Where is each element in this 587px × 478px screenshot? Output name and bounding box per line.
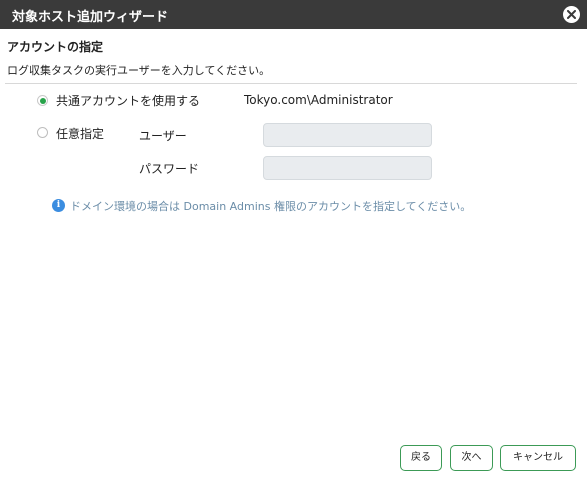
password-label: パスワード (139, 162, 200, 176)
shared-account-radio[interactable] (37, 95, 48, 106)
cancel-button[interactable]: キャンセル (500, 445, 576, 471)
dialog-title: 対象ホスト追加ウィザード (12, 10, 169, 25)
divider (5, 83, 577, 84)
section-title: アカウントの指定 (7, 40, 104, 54)
info-icon: i (52, 199, 65, 212)
user-label: ユーザー (139, 129, 187, 143)
shared-account-value: Tokyo.com\Administrator (244, 93, 393, 107)
next-button[interactable]: 次へ (450, 445, 493, 471)
shared-account-label[interactable]: 共通アカウントを使用する (56, 92, 200, 109)
close-icon[interactable] (563, 6, 580, 23)
custom-account-label[interactable]: 任意指定 (56, 125, 104, 142)
dialog-titlebar: 対象ホスト追加ウィザード (0, 0, 587, 29)
section-description: ログ収集タスクの実行ユーザーを入力してください。 (7, 64, 271, 77)
domain-note: ドメイン環境の場合は Domain Admins 権限のアカウントを指定してくだ… (70, 200, 472, 213)
user-input[interactable] (263, 123, 432, 147)
custom-account-radio[interactable] (37, 127, 48, 138)
back-button[interactable]: 戻る (400, 445, 442, 471)
password-input[interactable] (263, 156, 432, 180)
